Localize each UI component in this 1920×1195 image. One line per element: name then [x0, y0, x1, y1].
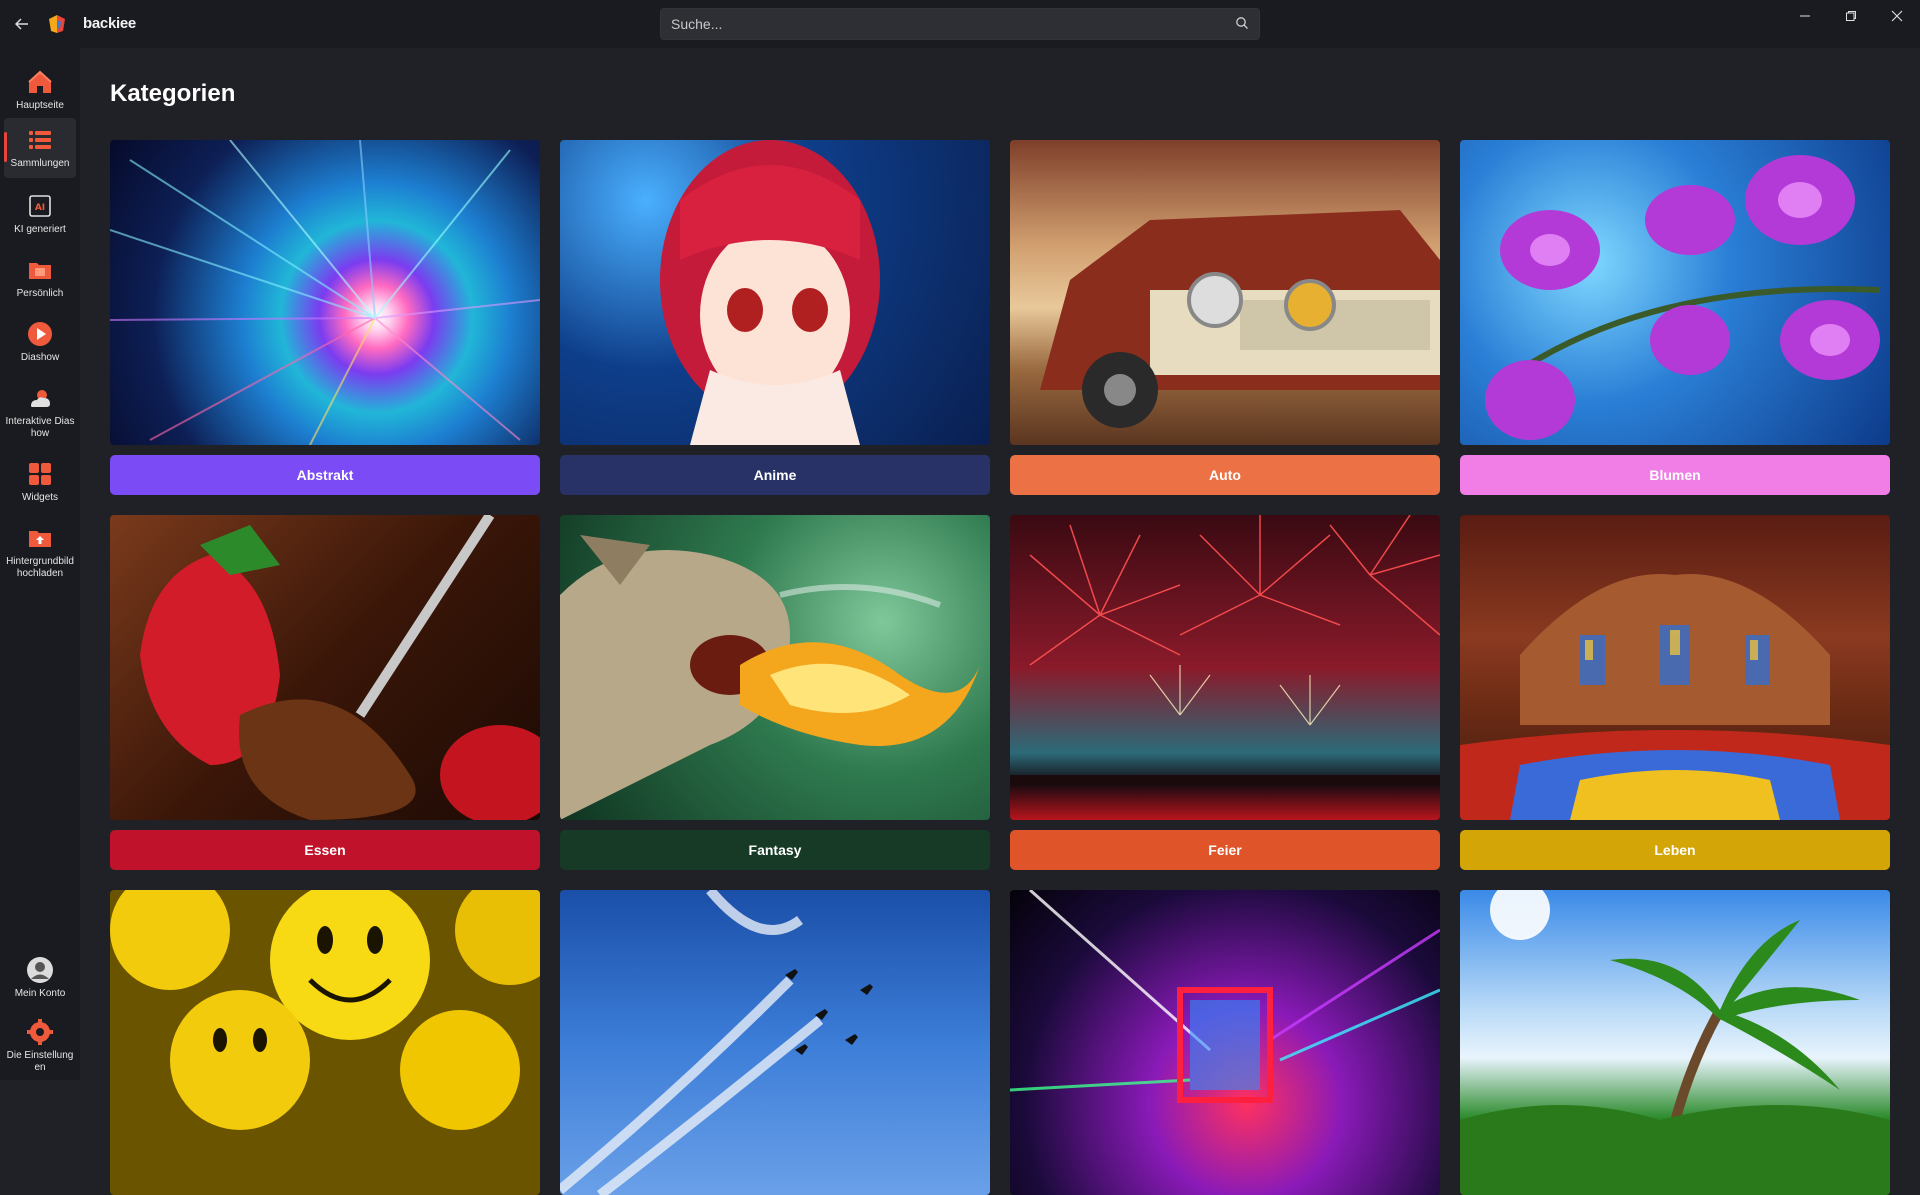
sidebar-item-diashow[interactable]: Diashow: [4, 312, 76, 372]
category-image[interactable]: [560, 890, 990, 1195]
category-grid: Abstrakt Anime Auto Blumen Essen Fantasy…: [110, 140, 1890, 1195]
category-button-leben[interactable]: Leben: [1460, 830, 1890, 870]
category-button-fantasy[interactable]: Fantasy: [560, 830, 990, 870]
ai-image-icon: AI: [26, 192, 54, 220]
category-image[interactable]: [560, 140, 990, 445]
category-button-essen[interactable]: Essen: [110, 830, 540, 870]
search-input[interactable]: [661, 9, 1221, 39]
play-icon: [26, 320, 54, 348]
list-icon: [26, 126, 54, 154]
category-image[interactable]: [110, 515, 540, 820]
sidebar-item-label: Die Einstellungen: [6, 1050, 74, 1073]
sidebar-item-label: Hintergrundbild hochladen: [6, 556, 74, 579]
sidebar-item-label: Hauptseite: [16, 100, 64, 111]
sidebar-item-hauptseite[interactable]: Hauptseite: [4, 60, 76, 120]
app-logo-icon: [47, 14, 67, 34]
category-button-blumen[interactable]: Blumen: [1460, 455, 1890, 495]
sidebar-item-interaktive-diashow[interactable]: Interaktive Diashow: [4, 376, 76, 448]
page-title: Kategorien: [110, 80, 236, 107]
svg-text:AI: AI: [35, 203, 45, 213]
category-image[interactable]: [1460, 140, 1890, 445]
widgets-icon: [26, 460, 54, 488]
app-name: backiee: [83, 15, 136, 32]
close-icon[interactable]: [1874, 0, 1920, 32]
sidebar-item-widgets[interactable]: Widgets: [4, 452, 76, 512]
category-button-auto[interactable]: Auto: [1010, 455, 1440, 495]
upload-icon: [26, 524, 54, 552]
sidebar-item-ki-generiert[interactable]: AI KI generiert: [4, 184, 76, 244]
back-arrow-icon[interactable]: [10, 12, 34, 36]
sidebar-item-label: Diashow: [20, 352, 60, 363]
category-button-anime[interactable]: Anime: [560, 455, 990, 495]
folder-icon: [26, 256, 54, 284]
search-icon[interactable]: [1235, 16, 1251, 32]
sidebar-item-label: Mein Konto: [14, 988, 66, 999]
restore-icon[interactable]: [1828, 0, 1874, 32]
sidebar-item-persoenlich[interactable]: Persönlich: [4, 248, 76, 308]
sidebar-item-hintergrundbild-hochladen[interactable]: Hintergrundbild hochladen: [4, 516, 76, 592]
sidebar-item-label: Persönlich: [16, 288, 64, 299]
sidebar-item-label: KI generiert: [14, 224, 66, 235]
sidebar-item-label: Interaktive Diashow: [5, 416, 75, 439]
sidebar-item-sammlungen[interactable]: Sammlungen: [4, 118, 76, 178]
category-button-feier[interactable]: Feier: [1010, 830, 1440, 870]
category-image[interactable]: [110, 140, 540, 445]
category-image[interactable]: [1010, 515, 1440, 820]
category-image[interactable]: [1460, 890, 1890, 1195]
minimize-icon[interactable]: [1782, 0, 1828, 32]
sidebar-item-einstellungen[interactable]: Die Einstellungen: [4, 1010, 76, 1080]
sidebar-item-label: Sammlungen: [10, 158, 70, 169]
category-button-abstrakt[interactable]: Abstrakt: [110, 455, 540, 495]
avatar-icon: [26, 956, 54, 984]
search-box: [660, 8, 1260, 40]
sidebar-item-mein-konto[interactable]: Mein Konto: [4, 948, 76, 1008]
active-indicator: [4, 132, 7, 162]
title-bar: backiee: [0, 0, 1920, 48]
category-image[interactable]: [110, 890, 540, 1195]
sidebar-item-label: Widgets: [21, 492, 59, 503]
weather-icon: [26, 384, 54, 412]
category-image[interactable]: [1460, 515, 1890, 820]
category-image[interactable]: [1010, 140, 1440, 445]
home-icon: [26, 68, 54, 96]
category-image[interactable]: [1010, 890, 1440, 1195]
category-image[interactable]: [560, 515, 990, 820]
sidebar: Hauptseite Sammlungen AI KI generiert Pe…: [0, 48, 80, 1080]
gear-icon: [26, 1018, 54, 1046]
